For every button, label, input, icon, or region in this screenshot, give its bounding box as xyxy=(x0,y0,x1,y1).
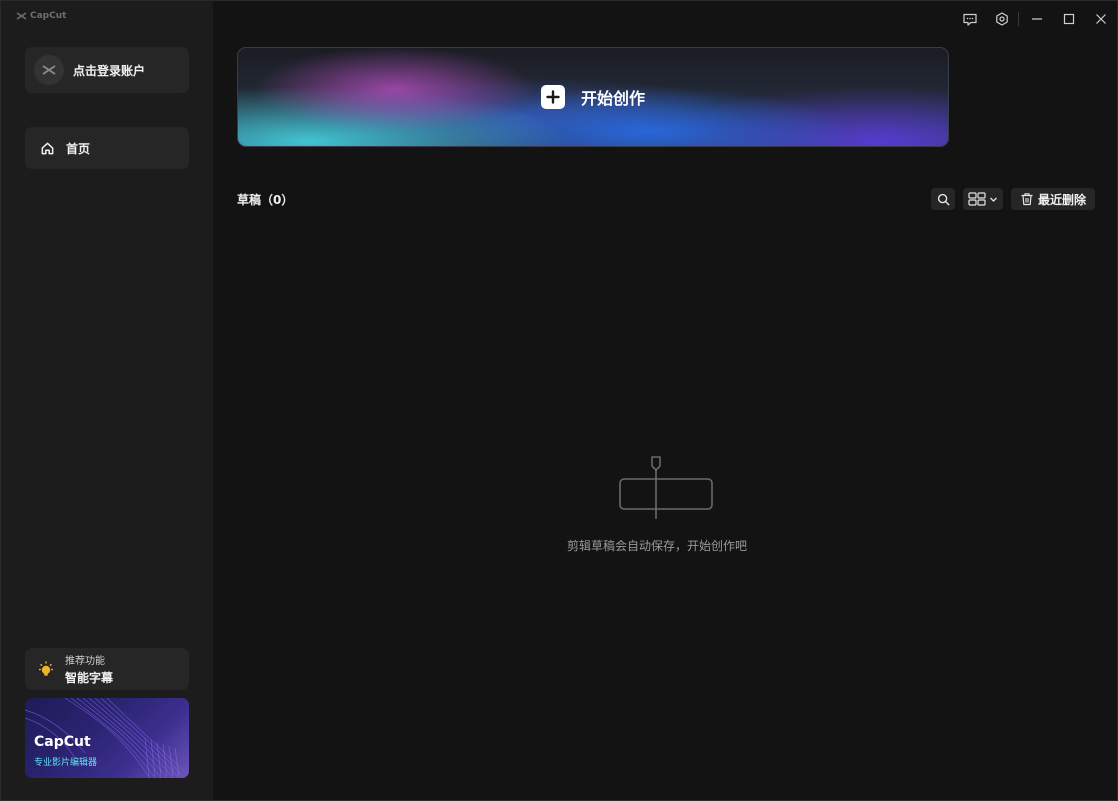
empty-drafts-message: 剪辑草稿会自动保存，开始创作吧 xyxy=(566,539,747,553)
home-icon xyxy=(41,142,54,154)
recommended-feature-card[interactable]: 推荐功能 智能字幕 xyxy=(25,648,189,690)
login-account-label: 点击登录账户 xyxy=(73,63,146,78)
sidebar: CapCut 点击登录账户 首页 推荐功能 智能字幕 CapCut 专业影片编辑… xyxy=(1,1,213,800)
feedback-button[interactable] xyxy=(961,9,979,29)
minimize-icon xyxy=(1032,18,1042,20)
app-window: CapCut 点击登录账户 首页 推荐功能 智能字幕 CapCut 专业影片编辑… xyxy=(0,0,1118,801)
trash-icon xyxy=(1021,193,1033,206)
close-icon xyxy=(1096,14,1106,24)
start-creation-button[interactable]: 开始创作 xyxy=(237,47,949,147)
close-button[interactable] xyxy=(1092,9,1110,29)
recommend-caption: 推荐功能 xyxy=(65,656,105,667)
drafts-title: 草稿（0） xyxy=(237,193,294,207)
recommend-feature-name: 智能字幕 xyxy=(65,671,114,685)
minimize-button[interactable] xyxy=(1028,9,1046,29)
plus-icon xyxy=(540,85,565,109)
avatar xyxy=(34,55,64,85)
search-icon xyxy=(937,193,950,206)
capcut-avatar-icon xyxy=(42,65,56,75)
feedback-icon xyxy=(963,13,977,26)
chevron-down-icon xyxy=(990,197,997,202)
sidebar-item-label: 首页 xyxy=(66,141,91,156)
promo-banner[interactable]: CapCut 专业影片编辑器 xyxy=(25,698,189,778)
search-drafts-button[interactable] xyxy=(931,188,955,210)
view-mode-dropdown[interactable] xyxy=(963,188,1003,210)
start-creation-label: 开始创作 xyxy=(580,89,645,108)
lightbulb-icon xyxy=(39,661,53,676)
sidebar-item-home[interactable]: 首页 xyxy=(25,127,189,169)
titlebar-divider xyxy=(1018,12,1019,26)
promo-title: CapCut xyxy=(34,734,91,750)
grid-view-icon xyxy=(968,192,986,206)
promo-subtitle: 专业影片编辑器 xyxy=(34,758,98,768)
app-logo: CapCut xyxy=(16,11,66,21)
settings-button[interactable] xyxy=(993,9,1011,29)
settings-icon xyxy=(996,12,1008,26)
app-name: CapCut xyxy=(30,11,67,21)
recently-deleted-button[interactable]: 最近删除 xyxy=(1011,188,1095,210)
maximize-icon xyxy=(1063,13,1075,25)
maximize-button[interactable] xyxy=(1060,9,1078,29)
capcut-logo-icon xyxy=(16,12,27,20)
empty-drafts-icon xyxy=(619,456,713,519)
recently-deleted-label: 最近删除 xyxy=(1037,192,1086,207)
login-account-button[interactable]: 点击登录账户 xyxy=(25,47,189,93)
